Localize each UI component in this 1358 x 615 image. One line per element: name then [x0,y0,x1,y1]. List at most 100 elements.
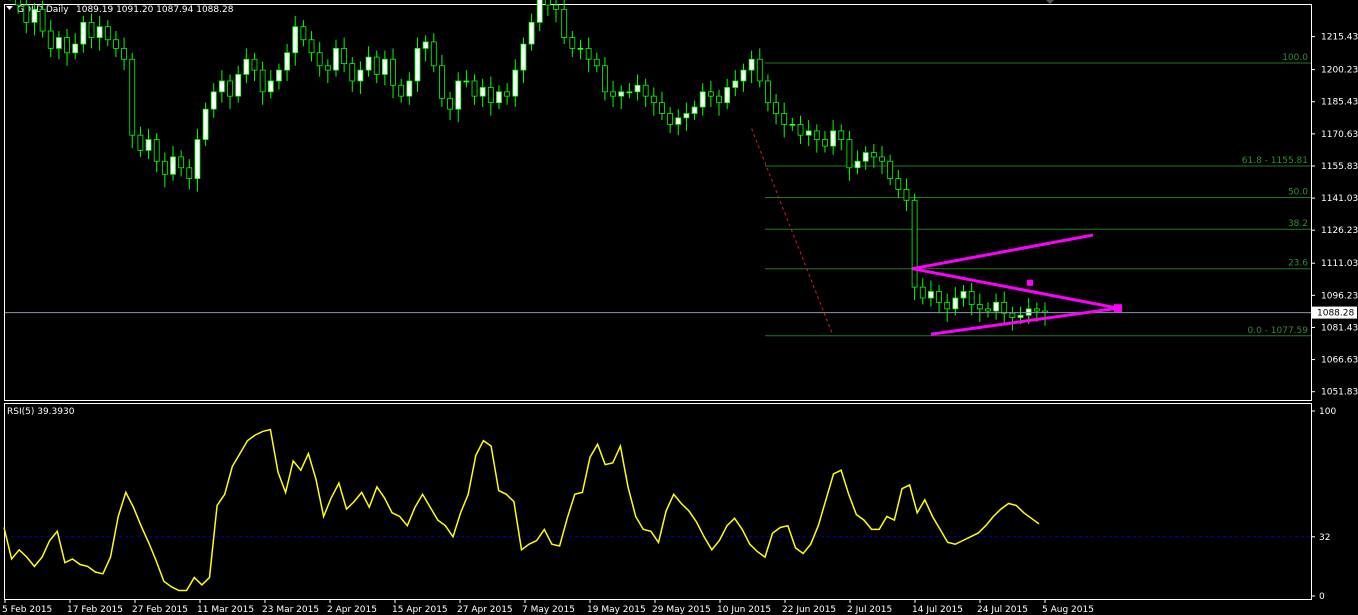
candle-body[interactable] [121,48,127,60]
candle-body[interactable] [31,8,38,23]
candle-body[interactable] [724,87,731,104]
rsi-line[interactable] [3,428,1040,592]
candle-body[interactable] [447,97,453,110]
candle-body[interactable] [365,56,372,71]
candle-body[interactable] [544,0,551,6]
price-panel[interactable]: 100.0 61.8 - 1155.81 50.0 38.2 23.6 0.0 - 107… [5,0,1311,337]
candle-body[interactable] [756,58,763,82]
candle-body[interactable] [186,167,193,180]
candle-body[interactable] [259,69,266,93]
candle-body[interactable] [194,139,201,180]
candle-body[interactable] [512,69,519,97]
candle-body[interactable] [308,39,315,54]
candle-body[interactable] [618,91,625,97]
candle-body[interactable] [349,63,356,82]
candle-body[interactable] [55,37,62,49]
candle-body[interactable] [1009,312,1016,318]
candle-body[interactable] [667,113,674,125]
candle-body[interactable] [642,84,649,97]
candle-body[interactable] [650,95,657,104]
candle-body[interactable] [170,156,176,175]
rsi-panel[interactable] [3,428,1311,592]
triangle-pattern[interactable] [912,233,1119,336]
candle-body[interactable] [716,95,722,104]
candle-body[interactable] [487,87,494,104]
candle-body[interactable] [357,69,364,82]
candle-body[interactable] [373,56,380,75]
candle-body[interactable] [781,113,788,125]
candle-body[interactable] [887,160,894,180]
candle-body[interactable] [1001,301,1008,314]
candle-body[interactable] [1033,308,1040,312]
candle-body[interactable] [284,52,290,71]
candle-body[interactable] [985,308,991,312]
scroll-marker-icon[interactable] [1046,0,1054,4]
candle-body[interactable] [707,91,714,97]
candle-body[interactable] [341,48,348,64]
candle-body[interactable] [830,130,837,147]
candle-body[interactable] [153,139,160,162]
candle-body[interactable] [805,130,812,136]
candle-body[interactable] [813,130,820,140]
candle-body[interactable] [96,26,103,38]
candle-body[interactable] [267,80,274,93]
candle-body[interactable] [243,58,250,75]
candle-body[interactable] [577,48,584,50]
candle-body[interactable] [414,48,421,82]
candle-body[interactable] [72,43,79,54]
candle-body[interactable] [161,160,168,175]
candle-body[interactable] [634,84,641,93]
candle-body[interactable] [895,178,902,190]
candle-body[interactable] [944,301,951,310]
candle-body[interactable] [993,301,1000,312]
candle-body[interactable] [439,65,445,99]
candle-body[interactable] [675,117,682,125]
candle-body[interactable] [846,139,853,169]
candle-body[interactable] [276,69,282,82]
candle-body[interactable] [765,80,771,104]
candle-body[interactable] [202,108,209,140]
candle-body[interactable] [879,156,885,162]
candle-body[interactable] [381,58,388,75]
triangle-mid-handle[interactable] [1027,279,1033,286]
candle-body[interactable] [113,39,119,49]
candle-body[interactable] [536,0,543,23]
candle-body[interactable] [797,123,804,136]
candle-body[interactable] [218,80,225,93]
candle-body[interactable] [936,291,942,303]
candle-body[interactable] [300,26,307,41]
candle-body[interactable] [870,152,877,158]
candle-body[interactable] [773,102,779,114]
candle-body[interactable] [854,160,861,169]
candle-body[interactable] [928,291,934,299]
candle-body[interactable] [903,189,910,201]
candle-body[interactable] [740,69,747,82]
candle-body[interactable] [968,291,975,305]
candle-body[interactable] [251,58,258,71]
candle-body[interactable] [390,58,396,86]
candle-body[interactable] [39,8,46,32]
chart-canvas[interactable]: GOLD,Daily 1089.19 1091.20 1087.94 1088.… [0,0,1358,615]
candle-body[interactable] [561,8,568,38]
candle-body[interactable] [235,74,242,97]
candle-body[interactable] [324,65,331,71]
candle-body[interactable] [585,48,592,60]
candle-body[interactable] [862,152,869,162]
triangle-down-icon[interactable] [6,6,13,10]
candle-body[interactable] [463,80,470,83]
candle-body[interactable] [479,87,486,97]
candle-body[interactable] [822,139,828,147]
candle-body[interactable] [699,91,706,108]
candle-body[interactable] [659,102,665,114]
candle-body[interactable] [976,304,983,310]
candle-body[interactable] [64,37,70,54]
candle-body[interactable] [137,134,144,151]
candle-body[interactable] [47,30,54,49]
candle-body[interactable] [569,37,576,49]
candle-body[interactable] [610,91,616,97]
candle-body[interactable] [952,297,959,310]
triangle-vertex-handle[interactable] [1114,304,1122,313]
candle-body[interactable] [422,41,429,49]
candle-body[interactable] [520,43,527,71]
candle-body[interactable] [626,91,633,94]
